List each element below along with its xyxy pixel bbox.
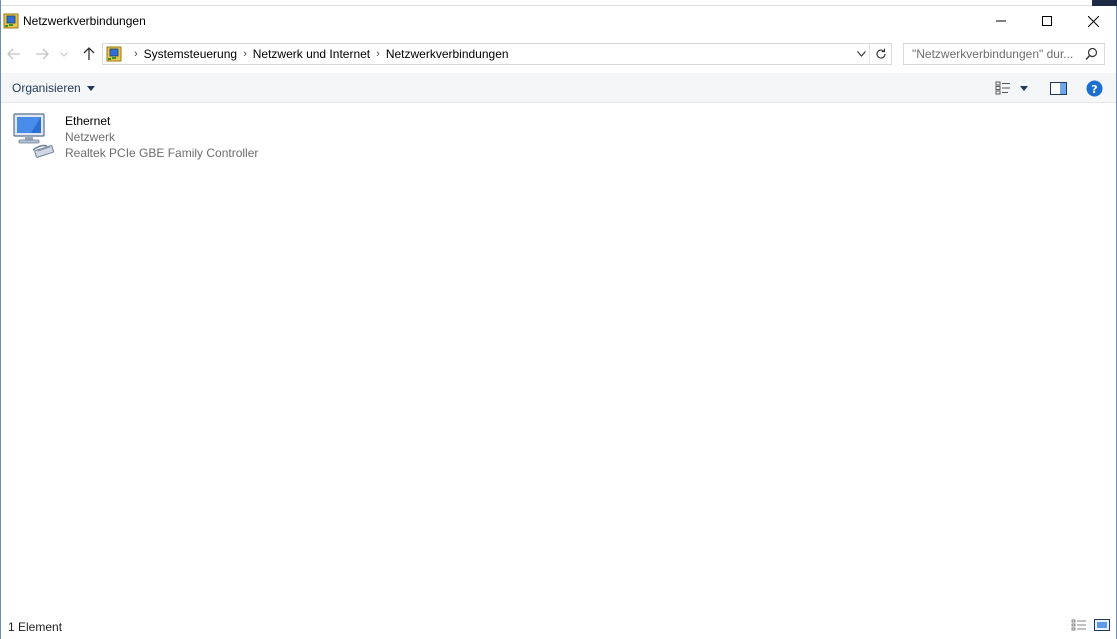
refresh-icon bbox=[875, 48, 886, 59]
item-count: 1 Element bbox=[8, 620, 63, 634]
search-input[interactable]: "Netzwerkverbindungen" dur... bbox=[903, 43, 1105, 65]
connection-name: Ethernet bbox=[65, 114, 111, 128]
explorer-window: Netzwerkverbindungen › Systemsteuerung ›… bbox=[0, 0, 1117, 639]
organize-button[interactable]: Organisieren bbox=[12, 81, 95, 95]
connection-device: Realtek PCIe GBE Family Controller bbox=[65, 146, 259, 160]
large-icons-view-button[interactable] bbox=[1094, 619, 1110, 633]
arrow-right-icon bbox=[36, 48, 49, 60]
close-icon bbox=[1087, 15, 1099, 27]
connections-list[interactable]: Ethernet Netzwerk Realtek PCIe GBE Famil… bbox=[1, 103, 1116, 613]
forward-button[interactable] bbox=[32, 44, 52, 64]
refresh-button[interactable] bbox=[869, 44, 891, 64]
view-options-icon bbox=[995, 81, 1010, 95]
connection-network: Netzwerk bbox=[65, 130, 116, 144]
help-button[interactable]: ? bbox=[1084, 79, 1104, 97]
back-button[interactable] bbox=[4, 44, 24, 64]
list-item[interactable]: Ethernet Netzwerk Realtek PCIe GBE Famil… bbox=[11, 110, 258, 161]
view-options-dropdown[interactable] bbox=[1017, 79, 1031, 97]
breadcrumb-netzwerkverbindungen[interactable]: Netzwerkverbindungen bbox=[386, 47, 509, 61]
address-history-dropdown[interactable] bbox=[853, 44, 869, 64]
details-view-icon bbox=[1071, 619, 1086, 631]
network-connections-icon bbox=[106, 46, 122, 62]
recent-locations-button[interactable] bbox=[57, 44, 71, 64]
chevron-down-icon bbox=[856, 51, 866, 57]
preview-pane-icon bbox=[1049, 81, 1067, 95]
help-icon: ? bbox=[1086, 80, 1102, 96]
window-controls bbox=[978, 6, 1116, 36]
svg-text:?: ? bbox=[1091, 83, 1097, 96]
item-details: Ethernet Netzwerk Realtek PCIe GBE Famil… bbox=[65, 113, 258, 161]
close-button[interactable] bbox=[1070, 6, 1116, 36]
breadcrumb-separator[interactable]: › bbox=[237, 48, 253, 60]
breadcrumb-separator[interactable]: › bbox=[128, 48, 144, 60]
organize-label: Organisieren bbox=[12, 81, 81, 95]
arrow-left-icon bbox=[7, 48, 20, 60]
caret-down-icon bbox=[86, 85, 95, 91]
navigation-bar: › Systemsteuerung › Netzwerk und Interne… bbox=[1, 40, 1116, 68]
search-placeholder: "Netzwerkverbindungen" dur... bbox=[912, 47, 1074, 61]
address-bar[interactable]: › Systemsteuerung › Netzwerk und Interne… bbox=[102, 43, 892, 65]
maximize-icon bbox=[1042, 16, 1052, 26]
breadcrumb-netzwerk-und-internet[interactable]: Netzwerk und Internet bbox=[253, 47, 370, 61]
breadcrumb-systemsteuerung[interactable]: Systemsteuerung bbox=[144, 47, 237, 61]
minimize-icon bbox=[996, 20, 1006, 22]
change-view-button[interactable] bbox=[994, 79, 1012, 97]
network-adapter-icon bbox=[11, 110, 59, 158]
large-icons-view-icon bbox=[1094, 619, 1110, 631]
chevron-down-icon bbox=[60, 51, 68, 57]
minimize-button[interactable] bbox=[978, 6, 1024, 36]
preview-pane-button[interactable] bbox=[1048, 79, 1068, 97]
search-icon bbox=[1085, 47, 1098, 60]
network-connections-icon bbox=[3, 13, 19, 29]
title-bar[interactable]: Netzwerkverbindungen bbox=[1, 6, 1116, 36]
window-title: Netzwerkverbindungen bbox=[23, 14, 146, 28]
caret-down-icon bbox=[1020, 85, 1028, 91]
breadcrumb-separator[interactable]: › bbox=[370, 48, 386, 60]
status-bar: 1 Element bbox=[1, 615, 1116, 639]
details-view-button[interactable] bbox=[1071, 619, 1087, 633]
up-button[interactable] bbox=[79, 44, 99, 64]
command-bar: Organisieren ? bbox=[1, 73, 1116, 103]
arrow-up-icon bbox=[83, 47, 95, 60]
maximize-button[interactable] bbox=[1024, 6, 1070, 36]
